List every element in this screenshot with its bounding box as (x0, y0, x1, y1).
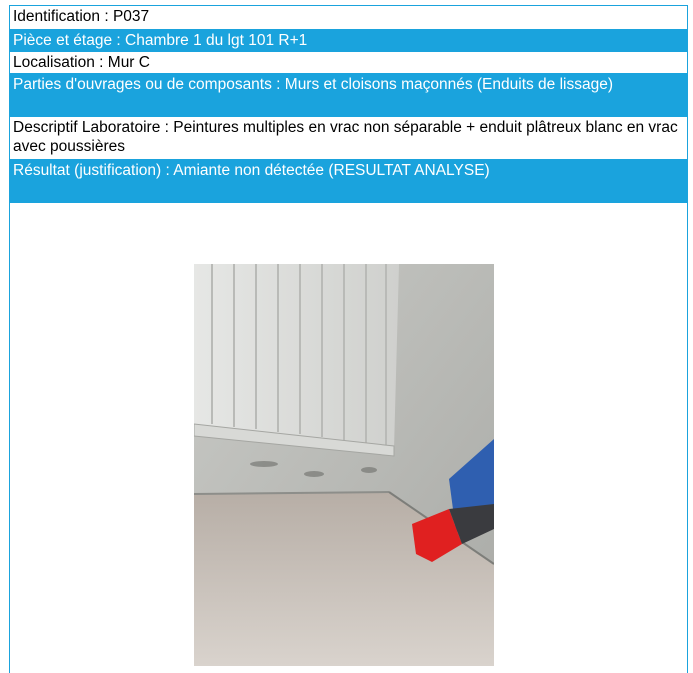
resultat-row: Résultat (justification) : Amiante non d… (10, 160, 687, 203)
piece-etage-text: Pièce et étage : Chambre 1 du lgt 101 R+… (13, 32, 308, 49)
sample-photo (194, 264, 494, 666)
localisation-text: Localisation : Mur C (13, 54, 150, 71)
radiator (194, 264, 399, 457)
parties-row: Parties d'ouvrages ou de composants : Mu… (10, 74, 687, 117)
parties-text: Parties d'ouvrages ou de composants : Mu… (13, 76, 614, 93)
identification-text: Identification : P037 (13, 8, 150, 25)
descriptif-text: Descriptif Laboratoire : Peintures multi… (13, 119, 678, 155)
descriptif-row: Descriptif Laboratoire : Peintures multi… (10, 117, 687, 160)
resultat-text: Résultat (justification) : Amiante non d… (13, 162, 490, 179)
localisation-row: Localisation : Mur C (10, 52, 687, 74)
identification-row: Identification : P037 (10, 6, 687, 30)
piece-etage-row: Pièce et étage : Chambre 1 du lgt 101 R+… (10, 30, 687, 52)
